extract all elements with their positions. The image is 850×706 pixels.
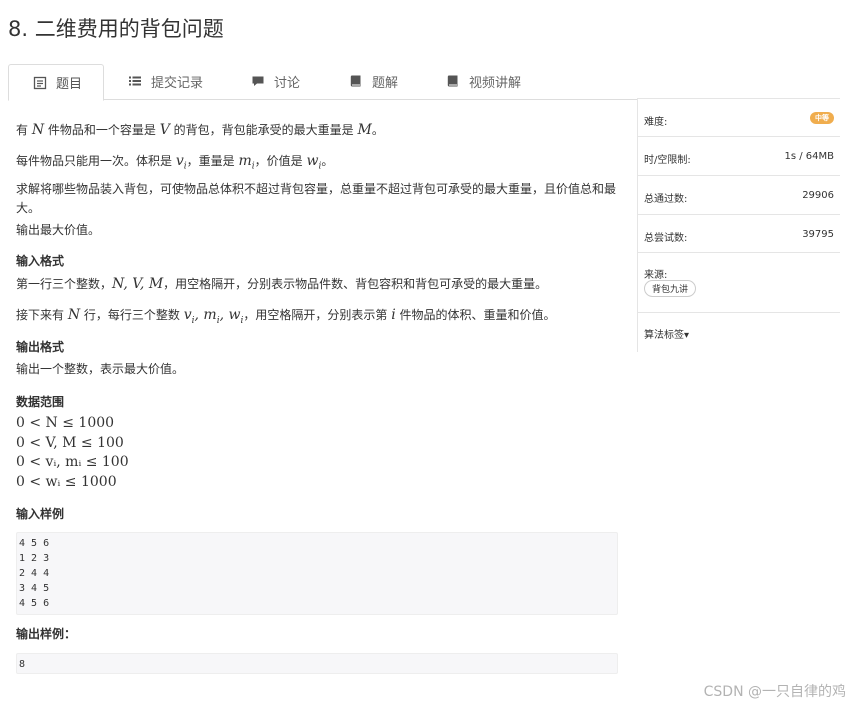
text: 有 [16, 123, 32, 137]
tab-problem[interactable]: 题目 [8, 64, 104, 101]
algorithm-tags-toggle[interactable]: 算法标签▾ [644, 326, 689, 341]
text: 的背包，背包能承受的最大重量是 [169, 123, 358, 137]
tab-video[interactable]: 视频讲解 [446, 64, 521, 98]
document-icon [33, 76, 47, 90]
range-line: 0 < N ≤ 1000 [16, 415, 115, 431]
tab-discussion[interactable]: 讨论 [251, 64, 300, 98]
text: 。 [321, 154, 334, 168]
tab-label: 提交记录 [151, 75, 204, 91]
difficulty-badge: 中等 [810, 112, 834, 124]
math-N: N [31, 122, 45, 138]
input-line2: 接下来有 N 行，每行三个整数 vi, mi, wi，用空格隔开，分别表示第 i… [16, 305, 556, 331]
book-icon [349, 74, 363, 88]
input-line1: 第一行三个整数，N, V, M，用空格隔开，分别表示物品件数、背包容积和背包可承… [16, 274, 547, 294]
sample-output-block: 8 [16, 653, 618, 674]
list-icon [128, 74, 142, 88]
sample-input-heading: 输入样例 [16, 507, 65, 521]
output-line: 输出一个整数，表示最大价值。 [16, 362, 185, 376]
range-line: 0 < V, M ≤ 100 [16, 434, 124, 451]
page-title: 8. 二维费用的背包问题 [8, 17, 224, 41]
source-row: 来源: 背包九讲 [638, 252, 840, 313]
output-format-heading: 输出格式 [16, 340, 65, 354]
passed-label: 总通过数: [644, 194, 688, 205]
math-v: v [175, 153, 184, 169]
problem-info-sidebar: 难度: 中等 时/空限制: 1s / 64MB 总通过数: 29906 总尝试数… [637, 98, 840, 352]
passed-row: 总通过数: 29906 [638, 175, 840, 215]
tab-submissions[interactable]: 提交记录 [128, 64, 203, 98]
difficulty-label: 难度: [644, 117, 668, 128]
text: ，用空格隔开，分别表示物品件数、背包容积和背包可承受的最大重量。 [163, 277, 548, 291]
text: ，重量是 [186, 154, 239, 168]
text: 接下来有 [16, 308, 68, 322]
algorithm-tags-row[interactable]: 算法标签▾ [638, 312, 840, 351]
input-format-heading: 输入格式 [16, 254, 65, 268]
video-book-icon [446, 74, 460, 88]
math-vmw: vi, mi, wi [183, 307, 244, 326]
attempts-label: 总尝试数: [644, 233, 688, 244]
math-m: m [238, 153, 252, 169]
limit-value: 1s / 64MB [784, 151, 834, 162]
math-NVM: N, V, M [112, 276, 164, 292]
math-M: M [357, 122, 372, 138]
range-heading: 数据范围 [16, 395, 65, 409]
text: 行，每行三个整数 [80, 308, 184, 322]
limit-label: 时/空限制: [644, 155, 691, 166]
text: 件物品的体积、重量和价值。 [395, 308, 556, 322]
tab-label: 题目 [56, 77, 83, 92]
text: 每件物品只能用一次。体积是 [16, 154, 176, 168]
problem-goal: 求解将哪些物品装入背包，可使物品总体积不超过背包容量，总重量不超过背包可承受的最… [16, 182, 617, 215]
tab-label: 视频讲解 [469, 75, 522, 91]
source-label: 来源: [644, 270, 668, 281]
difficulty-row: 难度: 中等 [638, 98, 840, 137]
math-sub: i [216, 315, 220, 326]
sample-output-heading: 输出样例： [16, 627, 77, 641]
problem-intro: 有 N 件物品和一个容量是 V 的背包，背包能承受的最大重量是 M。 [16, 120, 384, 140]
watermark: CSDN @一只自律的鸡 [703, 684, 846, 700]
passed-value: 29906 [802, 190, 834, 201]
text: 。 [371, 123, 384, 137]
tab-label: 讨论 [274, 75, 301, 91]
text: 件物品和一个容量是 [44, 123, 160, 137]
math-w: w [306, 153, 319, 169]
range-line: 0 < vᵢ, mᵢ ≤ 100 [16, 454, 129, 470]
attempts-row: 总尝试数: 39795 [638, 214, 840, 253]
text: 第一行三个整数， [16, 277, 113, 291]
limit-row: 时/空限制: 1s / 64MB [638, 136, 840, 176]
tab-solutions[interactable]: 题解 [349, 64, 398, 98]
math-V: V [159, 122, 170, 138]
math-N: N [67, 307, 81, 323]
comment-icon [251, 74, 265, 88]
source-tag[interactable]: 背包九讲 [644, 280, 697, 297]
attempts-value: 39795 [802, 229, 834, 240]
text: ，价值是 [254, 154, 307, 168]
range-list: 0 < N ≤ 1000 0 < V, M ≤ 100 0 < vᵢ, mᵢ ≤… [16, 414, 129, 492]
tab-bar: 题目 提交记录 讨论 题解 视频讲解 [8, 64, 638, 101]
text: ，用空格隔开，分别表示第 [243, 308, 392, 322]
problem-items: 每件物品只能用一次。体积是 vi，重量是 mi，价值是 wi。 [16, 151, 333, 176]
tab-label: 题解 [372, 75, 399, 91]
range-line: 0 < wᵢ ≤ 1000 [16, 473, 117, 490]
sample-input-block: 4 5 6 1 2 3 2 4 4 3 4 5 4 5 6 [16, 532, 618, 615]
math-sub: i [191, 315, 195, 326]
problem-output-desc: 输出最大价值。 [16, 223, 101, 237]
math-v: v [183, 307, 192, 323]
